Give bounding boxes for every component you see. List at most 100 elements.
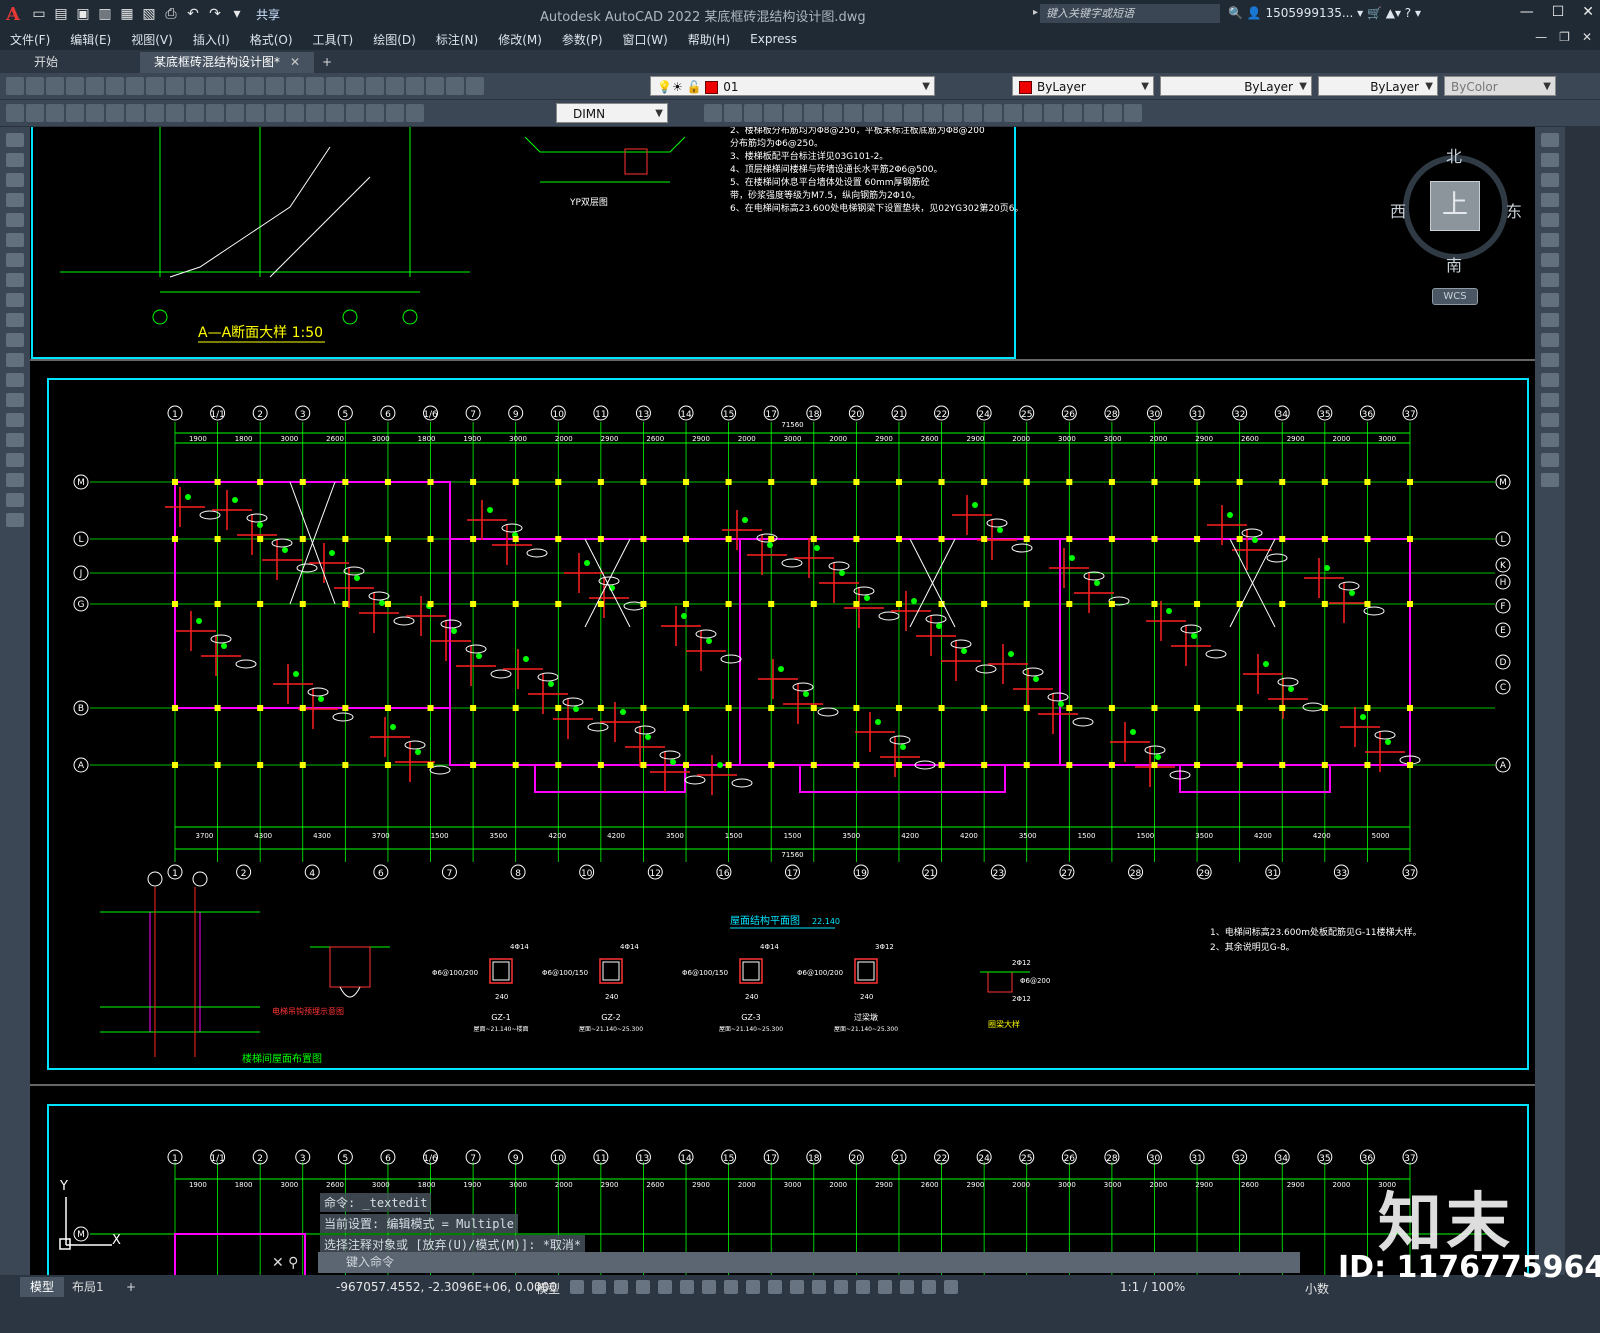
dim-break-icon[interactable] bbox=[246, 104, 264, 122]
web-save-icon[interactable]: ▧ bbox=[140, 5, 158, 23]
zoom-window-icon[interactable] bbox=[286, 77, 304, 95]
menu-tools[interactable]: 工具(T) bbox=[303, 31, 364, 48]
close-icon[interactable]: ✕ bbox=[290, 55, 300, 69]
arc-icon[interactable] bbox=[6, 233, 24, 247]
table-icon[interactable] bbox=[6, 473, 24, 487]
isodraft-icon[interactable] bbox=[658, 1280, 672, 1294]
compass-west[interactable]: 西 bbox=[1390, 198, 1406, 222]
copy-icon[interactable] bbox=[1541, 153, 1559, 167]
save-icon[interactable]: ▣ bbox=[74, 5, 92, 23]
match-icon[interactable] bbox=[186, 77, 204, 95]
polar-icon[interactable] bbox=[636, 1280, 650, 1294]
annotation-scale[interactable]: 1:1 / 100% bbox=[1120, 1280, 1185, 1294]
plotstyle-dropdown[interactable]: ByColor ▼ bbox=[1444, 76, 1556, 96]
mtext-icon[interactable] bbox=[6, 493, 24, 507]
gradient-icon[interactable] bbox=[6, 433, 24, 447]
compass-south[interactable]: 南 bbox=[1446, 252, 1462, 276]
new-icon[interactable] bbox=[6, 77, 24, 95]
insert-icon[interactable] bbox=[1044, 104, 1062, 122]
center-mark-icon[interactable] bbox=[286, 104, 304, 122]
join-icon[interactable] bbox=[1541, 393, 1559, 407]
region-icon[interactable] bbox=[1084, 104, 1102, 122]
minimize-button[interactable]: — bbox=[1520, 4, 1534, 20]
wcs-menu[interactable]: WCS bbox=[1432, 288, 1478, 305]
osnap-tracking-icon[interactable] bbox=[680, 1280, 694, 1294]
paste-icon[interactable] bbox=[166, 77, 184, 95]
grid-icon[interactable] bbox=[570, 1280, 584, 1294]
share-button[interactable]: 共享 bbox=[256, 6, 280, 23]
text-icon[interactable] bbox=[1124, 104, 1142, 122]
lineweight-icon[interactable] bbox=[724, 1280, 738, 1294]
dim-space-icon[interactable] bbox=[226, 104, 244, 122]
move-icon[interactable] bbox=[704, 104, 722, 122]
point-icon[interactable] bbox=[6, 393, 24, 407]
dim-edit-icon[interactable] bbox=[346, 104, 364, 122]
undo-icon[interactable]: ↶ bbox=[184, 5, 202, 23]
polyline-icon[interactable] bbox=[6, 173, 24, 187]
properties-icon[interactable] bbox=[306, 77, 324, 95]
transparency-icon[interactable] bbox=[746, 1280, 760, 1294]
line-icon[interactable] bbox=[6, 133, 24, 147]
construction-line-icon[interactable] bbox=[6, 153, 24, 167]
snap-icon[interactable] bbox=[592, 1280, 606, 1294]
break-icon[interactable] bbox=[904, 104, 922, 122]
menu-express[interactable]: Express bbox=[740, 32, 807, 46]
rectangle-icon[interactable] bbox=[6, 213, 24, 227]
layout-tab-layout1[interactable]: 布局1 bbox=[62, 1277, 114, 1297]
viewcube-top-face[interactable]: 上 bbox=[1430, 181, 1480, 231]
annotation-scale-icon[interactable] bbox=[922, 1280, 936, 1294]
preview-icon[interactable] bbox=[86, 77, 104, 95]
units-display[interactable]: 小数 bbox=[1305, 1280, 1329, 1297]
calculator-icon[interactable] bbox=[406, 77, 424, 95]
markup-icon[interactable] bbox=[386, 77, 404, 95]
array-icon[interactable] bbox=[1541, 213, 1559, 227]
scale-icon[interactable] bbox=[1541, 273, 1559, 287]
menu-help[interactable]: 帮助(H) bbox=[678, 31, 740, 48]
blend-icon[interactable] bbox=[1541, 453, 1559, 467]
extend-icon[interactable] bbox=[884, 104, 902, 122]
dim-arc-icon[interactable] bbox=[46, 104, 64, 122]
mirror-icon[interactable] bbox=[744, 104, 762, 122]
doc-minimize-button[interactable]: — bbox=[1535, 30, 1547, 44]
plot-icon[interactable] bbox=[66, 77, 84, 95]
stretch-icon[interactable] bbox=[844, 104, 862, 122]
coordinates-readout[interactable]: -967057.4552, -2.3096E+06, 0.0000 bbox=[336, 1280, 557, 1294]
command-input[interactable]: 键入命令 bbox=[318, 1252, 1300, 1273]
dim-ordinate-icon[interactable] bbox=[66, 104, 84, 122]
lineweight-dropdown[interactable]: ByLayer ▼ bbox=[1318, 76, 1438, 96]
user-account[interactable]: 🔍 👤 1505999135... ▾ 🛒 ▲▾ ? ▾ bbox=[1228, 6, 1421, 20]
dim-aligned-icon[interactable] bbox=[26, 104, 44, 122]
publish-icon[interactable] bbox=[106, 77, 124, 95]
command-close-icon[interactable]: ✕ ⚲ bbox=[272, 1255, 298, 1271]
3d-osnap-icon[interactable] bbox=[790, 1280, 804, 1294]
explode-icon[interactable] bbox=[1541, 473, 1559, 487]
jogged-linear-icon[interactable] bbox=[326, 104, 344, 122]
scale-icon[interactable] bbox=[824, 104, 842, 122]
vertical-scrollbar[interactable] bbox=[1565, 127, 1600, 1275]
redo-icon[interactable]: ↷ bbox=[206, 5, 224, 23]
gizmo-icon[interactable] bbox=[856, 1280, 870, 1294]
array-icon[interactable] bbox=[784, 104, 802, 122]
block-icon[interactable] bbox=[1024, 104, 1042, 122]
menu-draw[interactable]: 绘图(D) bbox=[363, 31, 426, 48]
redo-icon[interactable] bbox=[226, 77, 244, 95]
annotation-visibility-icon[interactable] bbox=[878, 1280, 892, 1294]
dim-text-edit-icon[interactable] bbox=[366, 104, 384, 122]
polygon-icon[interactable] bbox=[6, 193, 24, 207]
mirror-icon[interactable] bbox=[1541, 173, 1559, 187]
fillet-icon[interactable] bbox=[1541, 433, 1559, 447]
make-block-icon[interactable] bbox=[6, 373, 24, 387]
menu-modify[interactable]: 修改(M) bbox=[488, 31, 552, 48]
hatch-icon[interactable] bbox=[1064, 104, 1082, 122]
undo-icon[interactable] bbox=[206, 77, 224, 95]
tool-palette-icon[interactable] bbox=[346, 77, 364, 95]
menu-edit[interactable]: 编辑(E) bbox=[60, 31, 121, 48]
copy-icon[interactable] bbox=[146, 77, 164, 95]
ortho-icon[interactable] bbox=[614, 1280, 628, 1294]
pan-icon[interactable] bbox=[246, 77, 264, 95]
doc-restore-button[interactable]: ❐ bbox=[1559, 30, 1570, 44]
dim-update-icon[interactable] bbox=[386, 104, 404, 122]
dim-angular-icon[interactable] bbox=[146, 104, 164, 122]
maximize-button[interactable]: ☐ bbox=[1552, 4, 1565, 20]
offset-icon[interactable] bbox=[764, 104, 782, 122]
